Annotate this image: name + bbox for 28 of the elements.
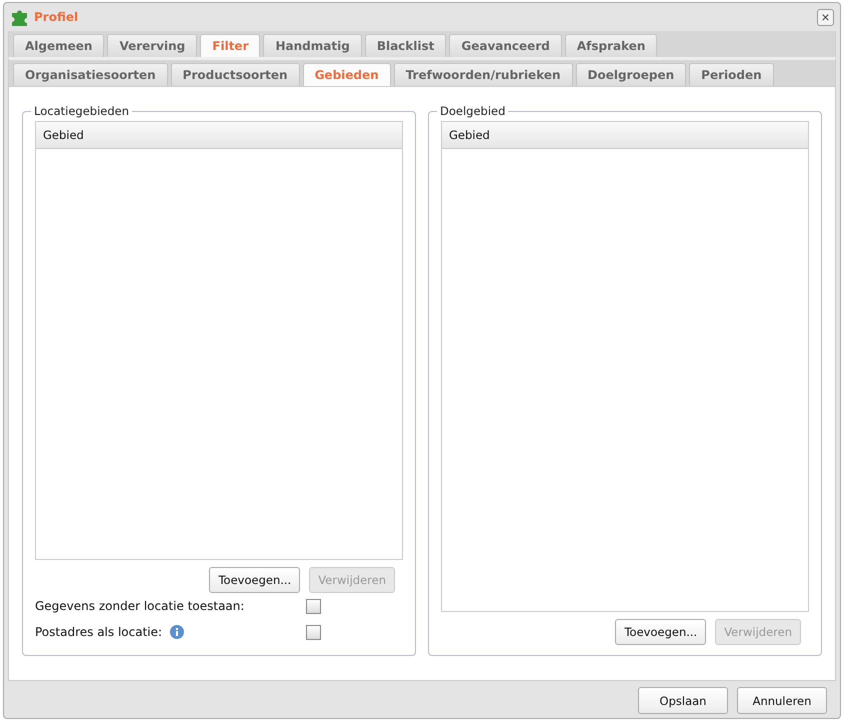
dialog-button[interactable]: Annuleren [737,687,827,714]
tab[interactable]: Filter [200,34,260,57]
window-title: Profiel [34,10,78,24]
option-label: Postadres als locatie: [35,625,162,639]
tab[interactable]: Trefwoorden/rubrieken [394,63,573,86]
checkbox[interactable] [306,624,321,640]
fieldset-legend: Doelgebied [437,104,508,118]
info-icon[interactable] [170,625,184,639]
column-header[interactable]: Gebied [442,122,808,149]
checkbox[interactable] [306,598,321,614]
action-button[interactable]: Toevoegen... [615,619,706,645]
tab[interactable]: Perioden [689,63,774,86]
column-header[interactable]: Gebied [36,122,402,149]
tab[interactable]: Gebieden [302,63,391,86]
tab[interactable]: Organisatiesoorten [13,63,168,86]
tab[interactable]: Blacklist [364,34,446,57]
close-button[interactable]: × [817,8,834,26]
option-label: Gegevens zonder locatie toestaan: [35,599,244,613]
tab[interactable]: Handmatig [263,34,362,57]
dialog-button[interactable]: Opslaan [638,687,728,714]
tab[interactable]: Geavanceerd [449,34,562,57]
tab[interactable]: Afspraken [564,34,658,57]
action-button[interactable]: Toevoegen... [209,567,300,593]
tab[interactable]: Algemeen [13,34,104,57]
tab[interactable]: Productsoorten [170,63,300,86]
fieldset-legend: Locatiegebieden [31,104,132,118]
tab[interactable]: Doelgroepen [576,63,686,86]
tab[interactable]: Vererving [107,34,198,57]
